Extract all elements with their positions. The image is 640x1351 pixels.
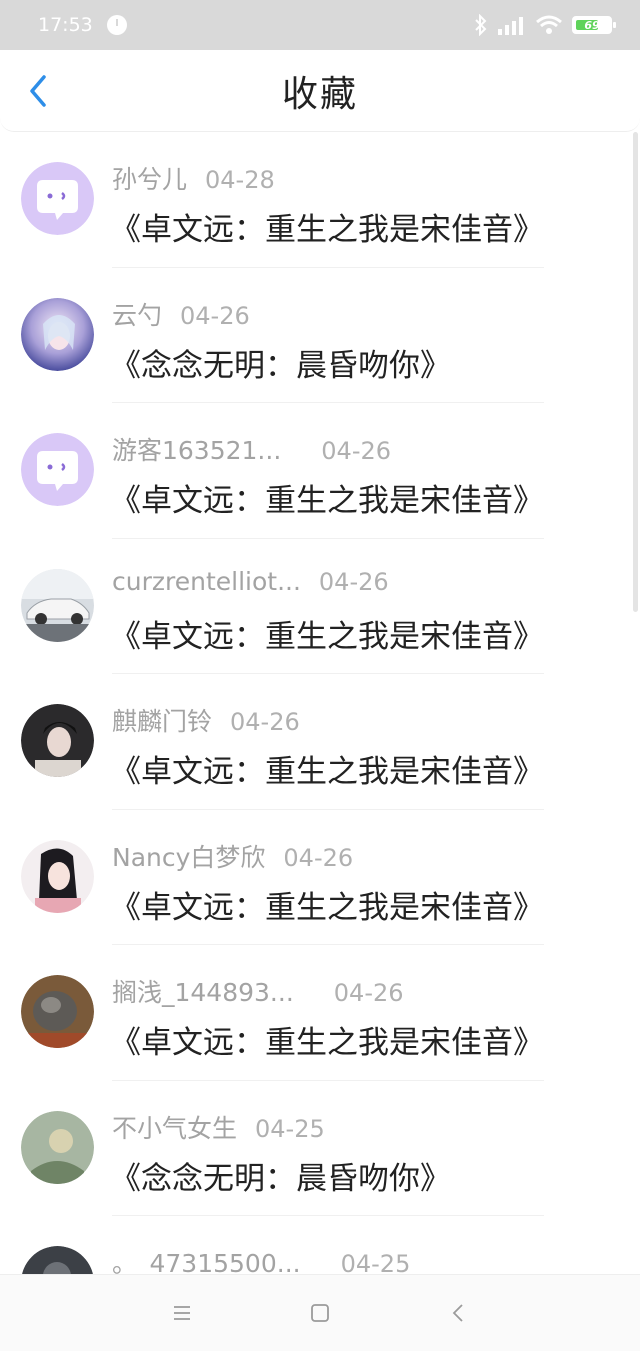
default-avatar-icon[interactable] [21,433,94,506]
pet-avatar[interactable] [21,975,94,1048]
menu-icon [174,1306,190,1320]
header: 收藏 [0,50,640,132]
home-button[interactable] [306,1299,334,1327]
book-title: 《卓文远：重生之我是宋佳音》 [110,889,544,926]
username: 游客163521... [112,436,282,465]
bluetooth-icon [475,14,487,36]
list-item[interactable]: Nancy白梦欣 04-26 《卓文远：重生之我是宋佳音》 [0,810,640,945]
back-nav-button[interactable] [444,1299,472,1327]
list-item[interactable]: 不小气女生 04-25 《念念无明：晨昏吻你》 [0,1081,640,1216]
username: Nancy白梦欣 [112,842,266,872]
list-item[interactable]: 。_47315500... 04-25 [0,1216,640,1274]
square-icon [311,1304,329,1322]
date: 04-26 [230,708,300,736]
book-title: 《念念无明：晨昏吻你》 [110,1160,451,1197]
username: 不小气女生 [112,1113,238,1143]
battery-icon: 69 [572,16,616,34]
car-avatar[interactable] [21,568,94,642]
signal-icon [498,17,523,35]
date: 04-26 [180,301,250,330]
nature-avatar[interactable] [21,1110,94,1184]
wifi-icon [536,15,562,34]
username: 搁浅_144893... [112,978,294,1007]
status-bar: 17:53 69 [0,0,640,50]
username: 。_47315500... [112,1249,301,1274]
list-item[interactable]: 云勺 04-26 《念念无明：晨昏吻你》 [0,268,640,403]
menu-button[interactable] [168,1299,196,1327]
username: curzrentelliot... [112,566,301,596]
chevron-left-icon [452,1304,463,1322]
fairy-avatar[interactable] [21,297,94,371]
back-button[interactable] [18,70,58,112]
username: 孙兮儿 [112,165,188,194]
list-item[interactable]: 搁浅_144893... 04-26 《卓文远：重生之我是宋佳音》 [0,945,640,1081]
status-time: 17:53 [38,14,93,36]
book-title: 《卓文远：重生之我是宋佳音》 [110,754,544,790]
page-title: 收藏 [281,73,358,115]
date: 04-26 [318,567,389,596]
alarm-icon [106,15,127,35]
scrollbar[interactable] [633,132,638,612]
dark-avatar[interactable] [21,1246,94,1274]
username: 云勺 [112,300,163,330]
book-title: 《卓文远：重生之我是宋佳音》 [110,618,544,655]
date: 04-26 [321,437,392,465]
battery-text: 69 [584,18,600,32]
list-item[interactable]: 游客163521... 04-26 《卓文远：重生之我是宋佳音》 [0,403,640,539]
illustration-avatar[interactable] [21,839,94,913]
date: 04-26 [333,979,404,1007]
book-title: 《念念无明：晨昏吻你》 [110,347,451,384]
portrait-avatar[interactable] [21,704,94,777]
date: 04-26 [283,843,354,872]
default-avatar-icon[interactable] [21,162,94,235]
username: 麒麟门铃 [112,707,213,736]
book-title: 《卓文远：重生之我是宋佳音》 [110,212,544,248]
chevron-left-icon [30,75,46,107]
navigation-bar [0,1274,640,1351]
favorites-list: 孙兮儿 04-28 《卓文远：重生之我是宋佳音》 云勺 04-26 《念念无明：… [0,132,640,1274]
list-item[interactable]: 孙兮儿 04-28 《卓文远：重生之我是宋佳音》 [0,132,640,268]
book-title: 《卓文远：重生之我是宋佳音》 [110,483,544,519]
date: 04-25 [255,1114,325,1143]
book-title: 《卓文远：重生之我是宋佳音》 [110,1025,544,1061]
list-item[interactable]: curzrentelliot... 04-26 《卓文远：重生之我是宋佳音》 [0,539,640,674]
list-item[interactable]: 麒麟门铃 04-26 《卓文远：重生之我是宋佳音》 [0,674,640,810]
date: 04-28 [205,166,275,194]
date: 04-25 [340,1250,411,1274]
